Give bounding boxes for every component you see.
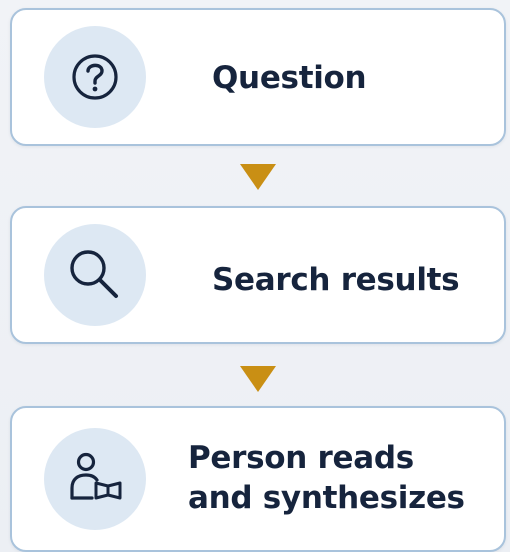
down-arrow-icon	[240, 366, 276, 392]
question-icon	[72, 54, 118, 100]
search-icon	[70, 250, 118, 298]
step-label: Question	[212, 60, 367, 96]
down-arrow-icon	[240, 164, 276, 190]
step-label: Person reads and synthesizes	[188, 440, 465, 516]
icon-circle	[44, 428, 146, 530]
icon-circle	[44, 224, 146, 326]
step-person-reads: Person reads and synthesizes	[10, 406, 506, 552]
flow-diagram: Question Search results Person reads and…	[0, 0, 510, 552]
step-label: Search results	[212, 262, 460, 298]
step-question: Question	[10, 8, 506, 146]
person-reading-icon	[70, 452, 122, 500]
step-search-results: Search results	[10, 206, 506, 344]
icon-circle	[44, 26, 146, 128]
